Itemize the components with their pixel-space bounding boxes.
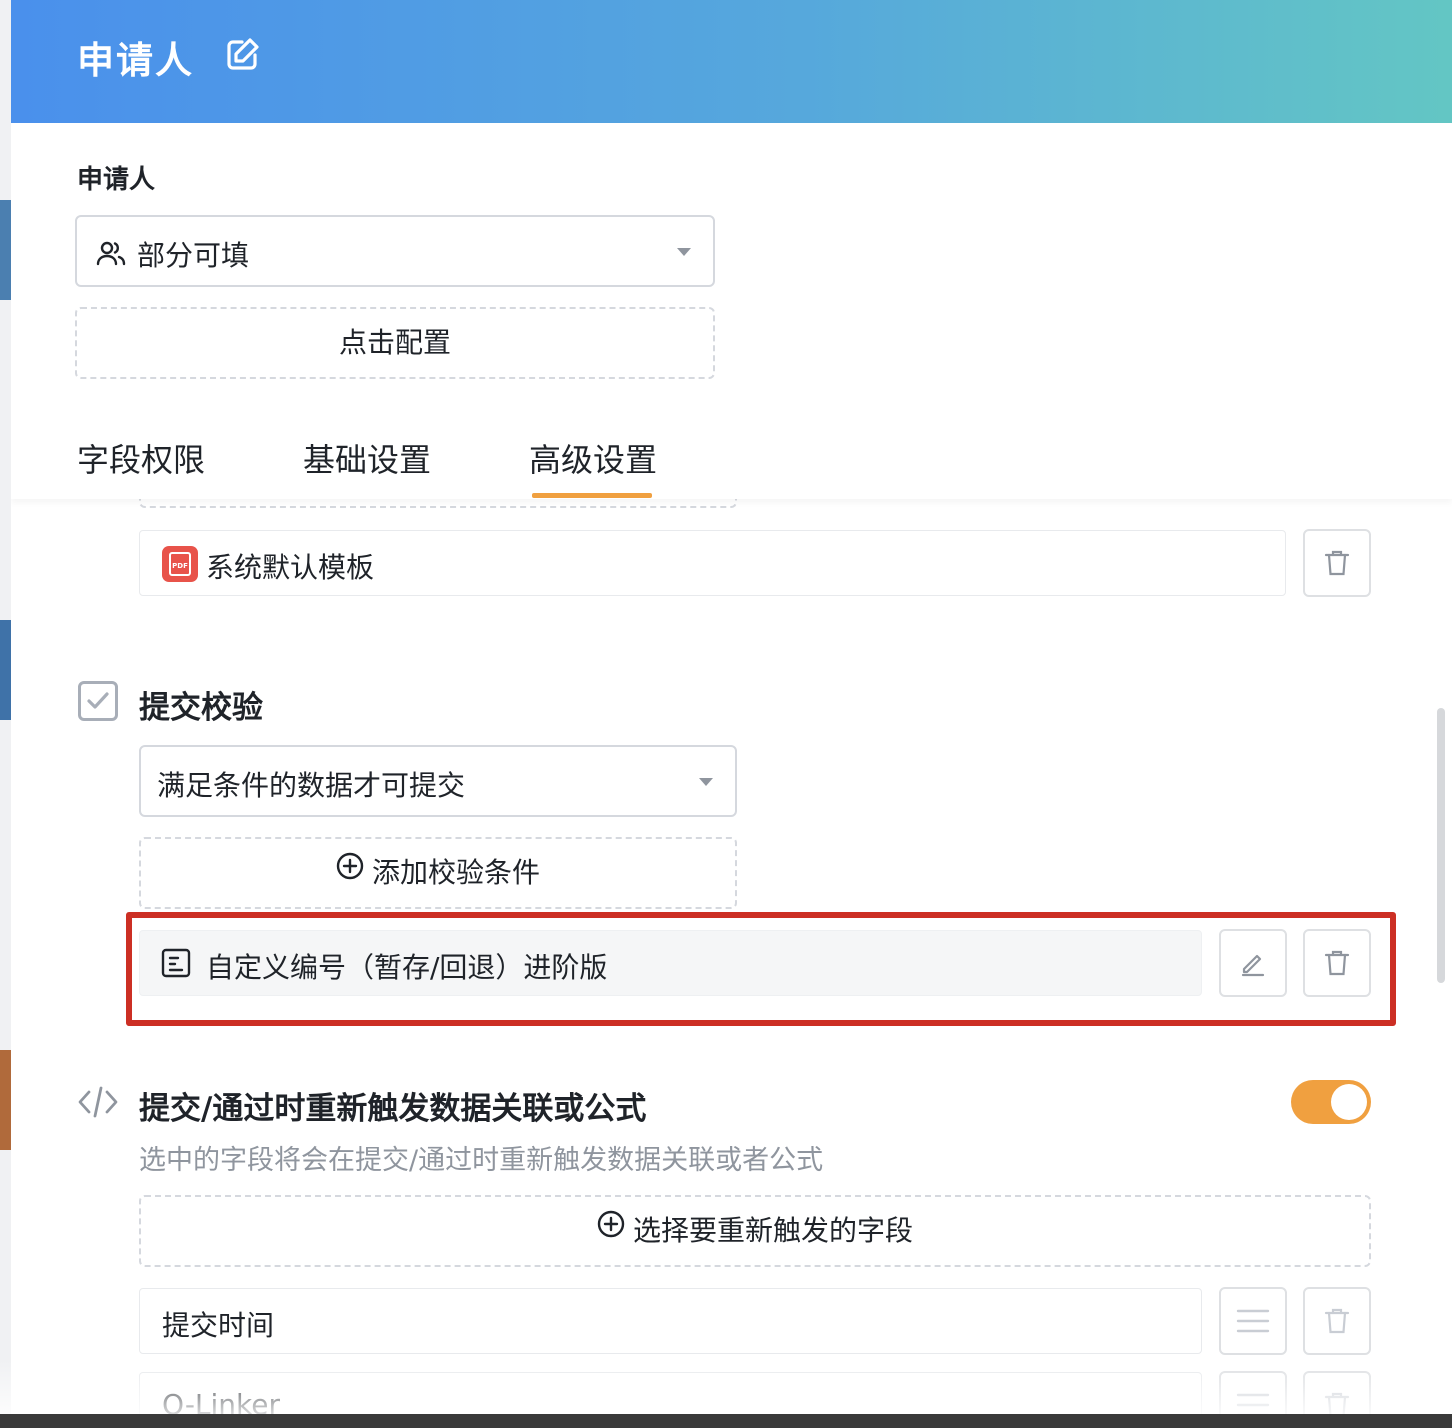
add-circle-icon	[336, 837, 364, 905]
chevron-down-icon	[699, 778, 713, 786]
validation-condition-value: 满足条件的数据才可提交	[157, 769, 466, 802]
submit-validation-title: 提交校验	[139, 690, 263, 726]
users-icon	[95, 237, 127, 273]
select-retrigger-fields-button[interactable]: 选择要重新触发的字段	[139, 1195, 1371, 1267]
print-template-row[interactable]: PDF 系统默认模板	[139, 530, 1286, 596]
validation-condition-label: 自定义编号（暂存/回退）进阶版	[206, 951, 608, 984]
validation-condition-select[interactable]: 满足条件的数据才可提交	[139, 745, 737, 817]
formula-doc-icon	[160, 947, 192, 983]
panel-scrollbar[interactable]	[1437, 708, 1445, 983]
check-icon	[87, 692, 109, 709]
retrigger-field-row[interactable]: 提交时间	[139, 1288, 1202, 1354]
trash-icon	[1324, 950, 1350, 976]
submit-validation-checkbox[interactable]	[78, 681, 118, 721]
trash-icon	[1324, 550, 1350, 576]
toggle-knob	[1331, 1084, 1367, 1120]
delete-field-button[interactable]	[1303, 1287, 1371, 1355]
panel-header: 申请人	[11, 0, 1452, 123]
configure-button-label: 点击配置	[338, 326, 451, 359]
add-validation-condition-label: 添加校验条件	[371, 856, 540, 889]
add-validation-condition-button[interactable]: 添加校验条件	[139, 837, 737, 909]
tab-basic-settings[interactable]: 基础设置	[303, 435, 431, 481]
chevron-down-icon	[677, 248, 691, 256]
tab-advanced-settings[interactable]: 高级设置	[529, 435, 657, 481]
select-retrigger-fields-label: 选择要重新触发的字段	[632, 1214, 913, 1247]
add-circle-icon	[597, 1195, 625, 1263]
applicant-settings-area: 申请人 部分可填 点击配置 字段权限 基础设置 高级设置	[11, 123, 1452, 499]
validation-condition-row[interactable]: 自定义编号（暂存/回退）进阶版	[139, 930, 1202, 996]
window-bottom-edge	[0, 1414, 1452, 1428]
applicant-label: 申请人	[77, 165, 156, 195]
retrigger-title: 提交/通过时重新触发数据关联或公式	[139, 1091, 647, 1127]
retrigger-description: 选中的字段将会在提交/通过时重新触发数据关联或者公式	[139, 1145, 824, 1176]
delete-condition-button[interactable]	[1303, 929, 1371, 997]
code-icon	[77, 1084, 119, 1124]
pencil-icon	[1241, 954, 1265, 977]
drag-handle-icon	[1236, 1309, 1270, 1333]
permission-select[interactable]: 部分可填	[75, 215, 715, 287]
edit-icon[interactable]	[223, 36, 261, 74]
delete-template-button[interactable]	[1303, 529, 1371, 597]
configure-button[interactable]: 点击配置	[75, 307, 715, 379]
pdf-icon: PDF	[162, 546, 198, 582]
svg-text:PDF: PDF	[172, 562, 188, 570]
active-tab-indicator	[532, 493, 652, 498]
permission-select-value: 部分可填	[137, 239, 250, 272]
template-name: 系统默认模板	[206, 551, 375, 584]
header-title: 申请人	[77, 39, 194, 82]
edit-condition-button[interactable]	[1219, 929, 1287, 997]
retrigger-field-label: 提交时间	[162, 1309, 275, 1342]
settings-panel: 申请人 申请人 部分可填 点击配置 字段权限 基础设置 高级设置 PDF 系统默…	[11, 0, 1452, 1428]
retrigger-toggle[interactable]	[1291, 1080, 1371, 1124]
drag-handle-button[interactable]	[1219, 1287, 1287, 1355]
trash-icon	[1324, 1308, 1350, 1334]
tab-field-permissions[interactable]: 字段权限	[77, 435, 205, 481]
